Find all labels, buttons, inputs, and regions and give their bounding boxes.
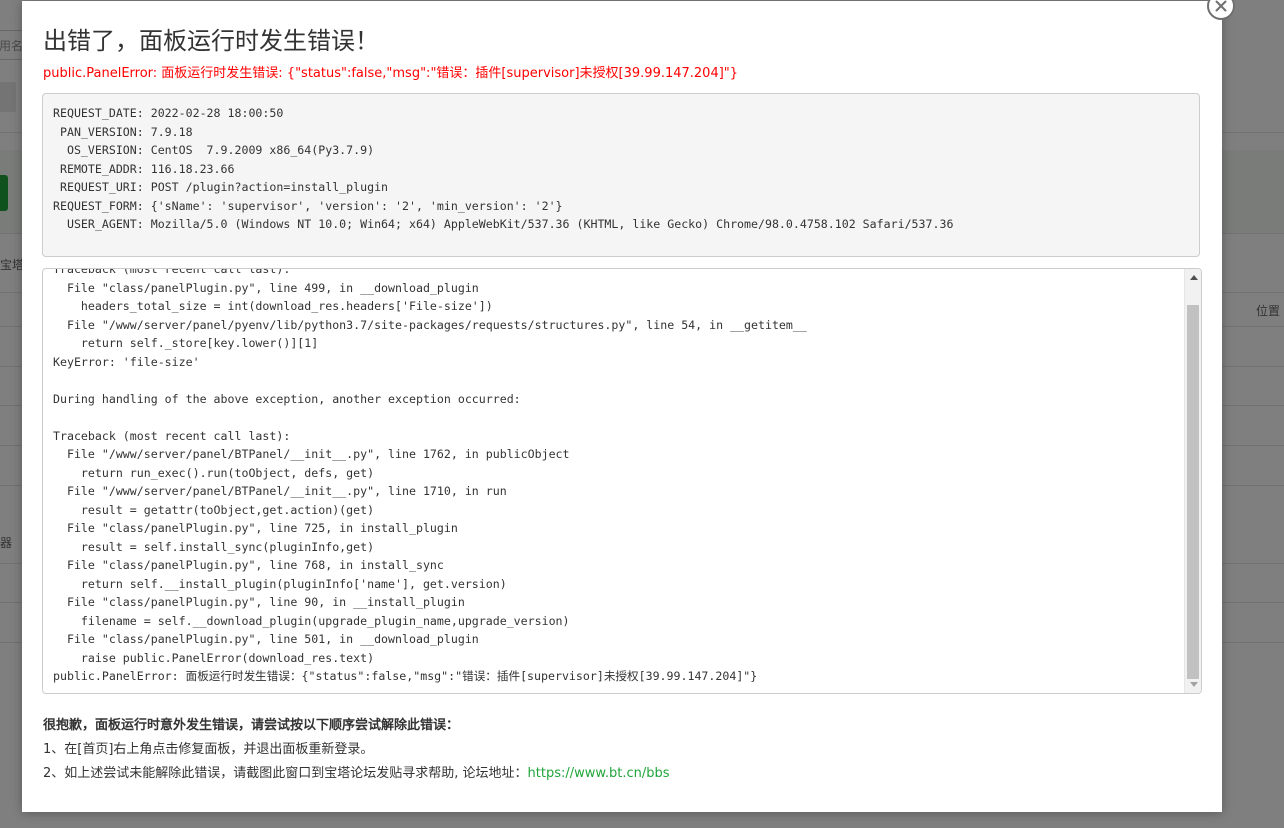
code-line: KeyError: 'file-size' — [53, 354, 200, 369]
dialog-title: 出错了，面板运行时发生错误！ — [43, 27, 379, 55]
traceback-text: Traceback (most recent call last): File … — [53, 268, 1181, 686]
code-line: filename = self.__download_plugin(upgrad… — [53, 613, 570, 628]
code-line: File "class/panelPlugin.py", line 768, i… — [53, 558, 444, 572]
code-line: REQUEST_DATE: 2022-02-28 18:00:50 — [53, 106, 284, 120]
request-info-box: REQUEST_DATE: 2022-02-28 18:00:50 PAN_VE… — [42, 93, 1200, 257]
code-line: File "/www/server/panel/BTPanel/__init__… — [53, 447, 570, 461]
scroll-up-arrow-icon[interactable] — [1185, 269, 1201, 286]
request-info-text: REQUEST_DATE: 2022-02-28 18:00:50 PAN_VE… — [53, 104, 1189, 234]
code-line: headers_total_size = int(download_res.he… — [53, 299, 493, 313]
help-step-2: 2、如上述尝试未能解除此错误，请截图此窗口到宝塔论坛发贴寻求帮助, 论坛地址：h… — [43, 762, 670, 781]
code-line: result = self.install_sync(pluginInfo,ge… — [53, 539, 375, 554]
code-line: File "class/panelPlugin.py", line 501, i… — [53, 632, 479, 646]
forum-link[interactable]: https://www.bt.cn/bbs — [528, 766, 670, 781]
code-line: REQUEST_URI: POST /plugin?action=install… — [53, 180, 389, 194]
code-line: OS_VERSION: CentOS 7.9.2009 x86_64(Py3.7… — [53, 143, 375, 157]
error-dialog: 出错了，面板运行时发生错误！ public.PanelError: 面板运行时发… — [22, 1, 1222, 812]
traceback-box[interactable]: Traceback (most recent call last): File … — [42, 268, 1202, 694]
help-step-2-text: 2、如上述尝试未能解除此错误，请截图此窗口到宝塔论坛发贴寻求帮助, 论坛地址： — [43, 766, 528, 781]
code-line: Traceback (most recent call last): — [53, 268, 291, 276]
code-line: File "class/panelPlugin.py", line 499, i… — [53, 280, 479, 295]
code-line: result = getattr(toObject,get.action)(ge… — [53, 502, 375, 517]
scroll-down-arrow-icon[interactable] — [1185, 676, 1201, 693]
code-line: return run_exec().run(toObject, defs, ge… — [53, 465, 375, 480]
code-line: During handling of the above exception, … — [53, 391, 521, 406]
code-line: REMOTE_ADDR: 116.18.23.66 — [53, 161, 235, 176]
help-title: 很抱歉，面板运行时意外发生错误，请尝试按以下顺序尝试解除此错误： — [43, 718, 460, 733]
code-line: USER_AGENT: Mozilla/5.0 (Windows NT 10.0… — [53, 217, 954, 231]
code-line: PAN_VERSION: 7.9.18 — [53, 124, 193, 139]
code-line: File "class/panelPlugin.py", line 725, i… — [53, 521, 458, 535]
code-line: File "/www/server/panel/pyenv/lib/python… — [53, 317, 807, 332]
code-line: return self.__install_plugin(pluginInfo[… — [53, 576, 507, 591]
code-line: File "/www/server/panel/BTPanel/__init__… — [53, 484, 507, 498]
code-line: Traceback (most recent call last): — [53, 428, 291, 443]
code-line: REQUEST_FORM: {'sName': 'supervisor', 'v… — [53, 198, 563, 213]
close-icon — [1215, 0, 1227, 12]
help-step-1: 1、在[首页]右上角点击修复面板，并退出面板重新登录。 — [43, 742, 374, 757]
traceback-scrollbar[interactable] — [1184, 269, 1201, 693]
error-message: public.PanelError: 面板运行时发生错误: {"status":… — [43, 66, 739, 81]
code-line: raise public.PanelError(download_res.tex… — [53, 650, 375, 665]
code-line: return self._store[key.lower()][1] — [53, 336, 319, 350]
scrollbar-thumb[interactable] — [1187, 305, 1199, 679]
code-line: public.PanelError: 面板运行时发生错误：{"status":f… — [53, 669, 758, 683]
code-line: File "class/panelPlugin.py", line 90, in… — [53, 595, 465, 609]
